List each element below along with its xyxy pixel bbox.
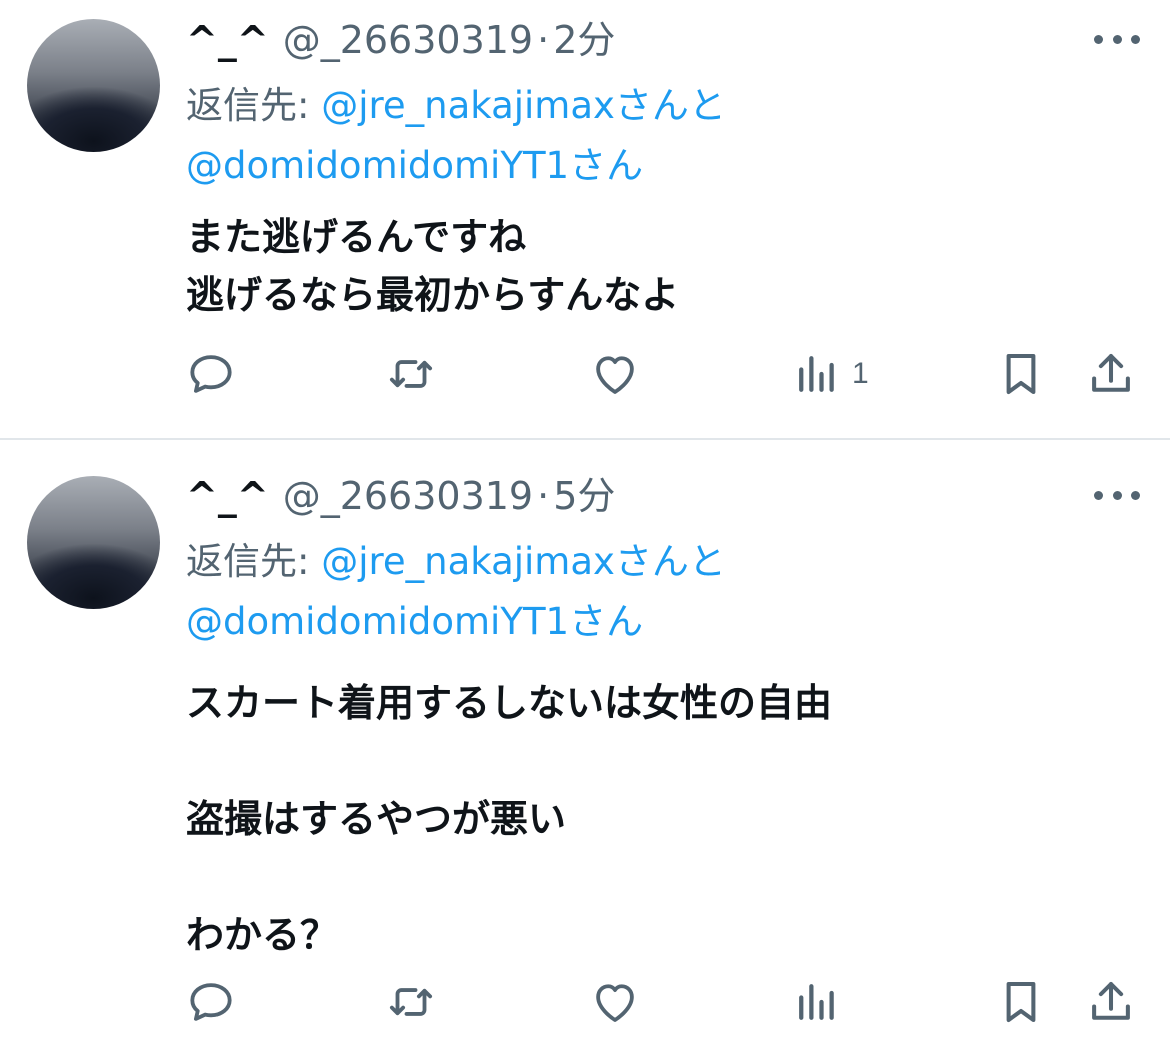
reply-suffix: さん (569, 600, 644, 643)
retweet-button[interactable] (384, 344, 438, 404)
mention-link[interactable]: @jre_nakajimax (321, 540, 615, 583)
mention-link[interactable]: @domidomidomiYT1 (186, 144, 569, 187)
display-name[interactable]: ^_^ (186, 474, 269, 518)
reply-button[interactable] (184, 344, 238, 404)
bookmark-icon (1006, 981, 1036, 1023)
like-button[interactable] (588, 344, 642, 404)
share-upload-icon (1092, 981, 1130, 1020)
more-options-button[interactable] (1094, 28, 1140, 50)
timestamp[interactable]: 5分 (553, 474, 615, 518)
tweet[interactable]: ^_^ @_26630319 · 2分 返信先: @jre_nakajimaxさんと … (0, 0, 1170, 438)
tweet-text: スカート着用するしないは女性の自由 盗撮はするやつが悪い わかる？ (186, 681, 833, 957)
tweet-header: ^_^ @_26630319 · 2分 (186, 16, 615, 64)
share-button[interactable] (1084, 972, 1138, 1032)
separator-dot: · (537, 18, 550, 62)
tweet[interactable]: ^_^ @_26630319 · 5分 返信先: @jre_nakajimaxさんと … (0, 440, 1170, 1054)
ellipsis-icon (1094, 34, 1103, 44)
reply-prefix: 返信先: (186, 540, 310, 583)
speech-bubble-icon (190, 983, 232, 1021)
tweet-header: ^_^ @_26630319 · 5分 (186, 472, 615, 520)
user-handle[interactable]: @_26630319 (283, 474, 533, 518)
reply-button[interactable] (184, 972, 238, 1032)
ellipsis-icon (1094, 490, 1103, 500)
bookmark-icon (1006, 353, 1036, 395)
ellipsis-icon (1131, 34, 1140, 44)
bookmark-button[interactable] (994, 972, 1048, 1032)
action-bar (0, 972, 1170, 1032)
ellipsis-icon (1112, 490, 1122, 500)
views-button[interactable] (790, 972, 852, 1032)
user-handle[interactable]: @_26630319 (283, 18, 533, 62)
mention-link[interactable]: @domidomidomiYT1 (186, 600, 569, 643)
mention-link[interactable]: @jre_nakajimax (321, 84, 615, 127)
heart-icon (596, 984, 634, 1022)
heart-icon (596, 356, 634, 394)
separator-dot: · (537, 474, 550, 518)
reply-joiner: さんと (614, 540, 726, 583)
ellipsis-icon (1131, 490, 1140, 500)
avatar[interactable] (27, 19, 160, 152)
retweet-button[interactable] (384, 972, 438, 1032)
timestamp[interactable]: 2分 (553, 18, 615, 62)
reply-to-line: 返信先: @jre_nakajimaxさんと @domidomidomiYT1さ… (186, 76, 1086, 196)
avatar[interactable] (27, 476, 160, 609)
ellipsis-icon (1112, 34, 1122, 44)
retweet-arrows-icon (389, 360, 433, 388)
bar-chart-icon (799, 984, 834, 1020)
more-options-button[interactable] (1094, 484, 1140, 506)
share-button[interactable] (1084, 344, 1138, 404)
reply-to-line: 返信先: @jre_nakajimaxさんと @domidomidomiYT1さ… (186, 532, 1086, 652)
bar-chart-icon (799, 356, 834, 392)
share-upload-icon (1092, 353, 1130, 392)
reply-suffix: さん (569, 144, 644, 187)
tweet-text: また逃げるんですね 逃げるなら最初からすんなよ (186, 215, 680, 317)
reply-prefix: 返信先: (186, 84, 310, 127)
like-button[interactable] (588, 972, 642, 1032)
speech-bubble-icon (190, 355, 232, 393)
views-count: 1 (852, 357, 869, 390)
display-name[interactable]: ^_^ (186, 18, 269, 62)
views-button[interactable]: 1 (790, 344, 869, 404)
retweet-arrows-icon (389, 988, 433, 1016)
reply-joiner: さんと (614, 84, 726, 127)
action-bar: 1 (0, 344, 1170, 404)
bookmark-button[interactable] (994, 344, 1048, 404)
